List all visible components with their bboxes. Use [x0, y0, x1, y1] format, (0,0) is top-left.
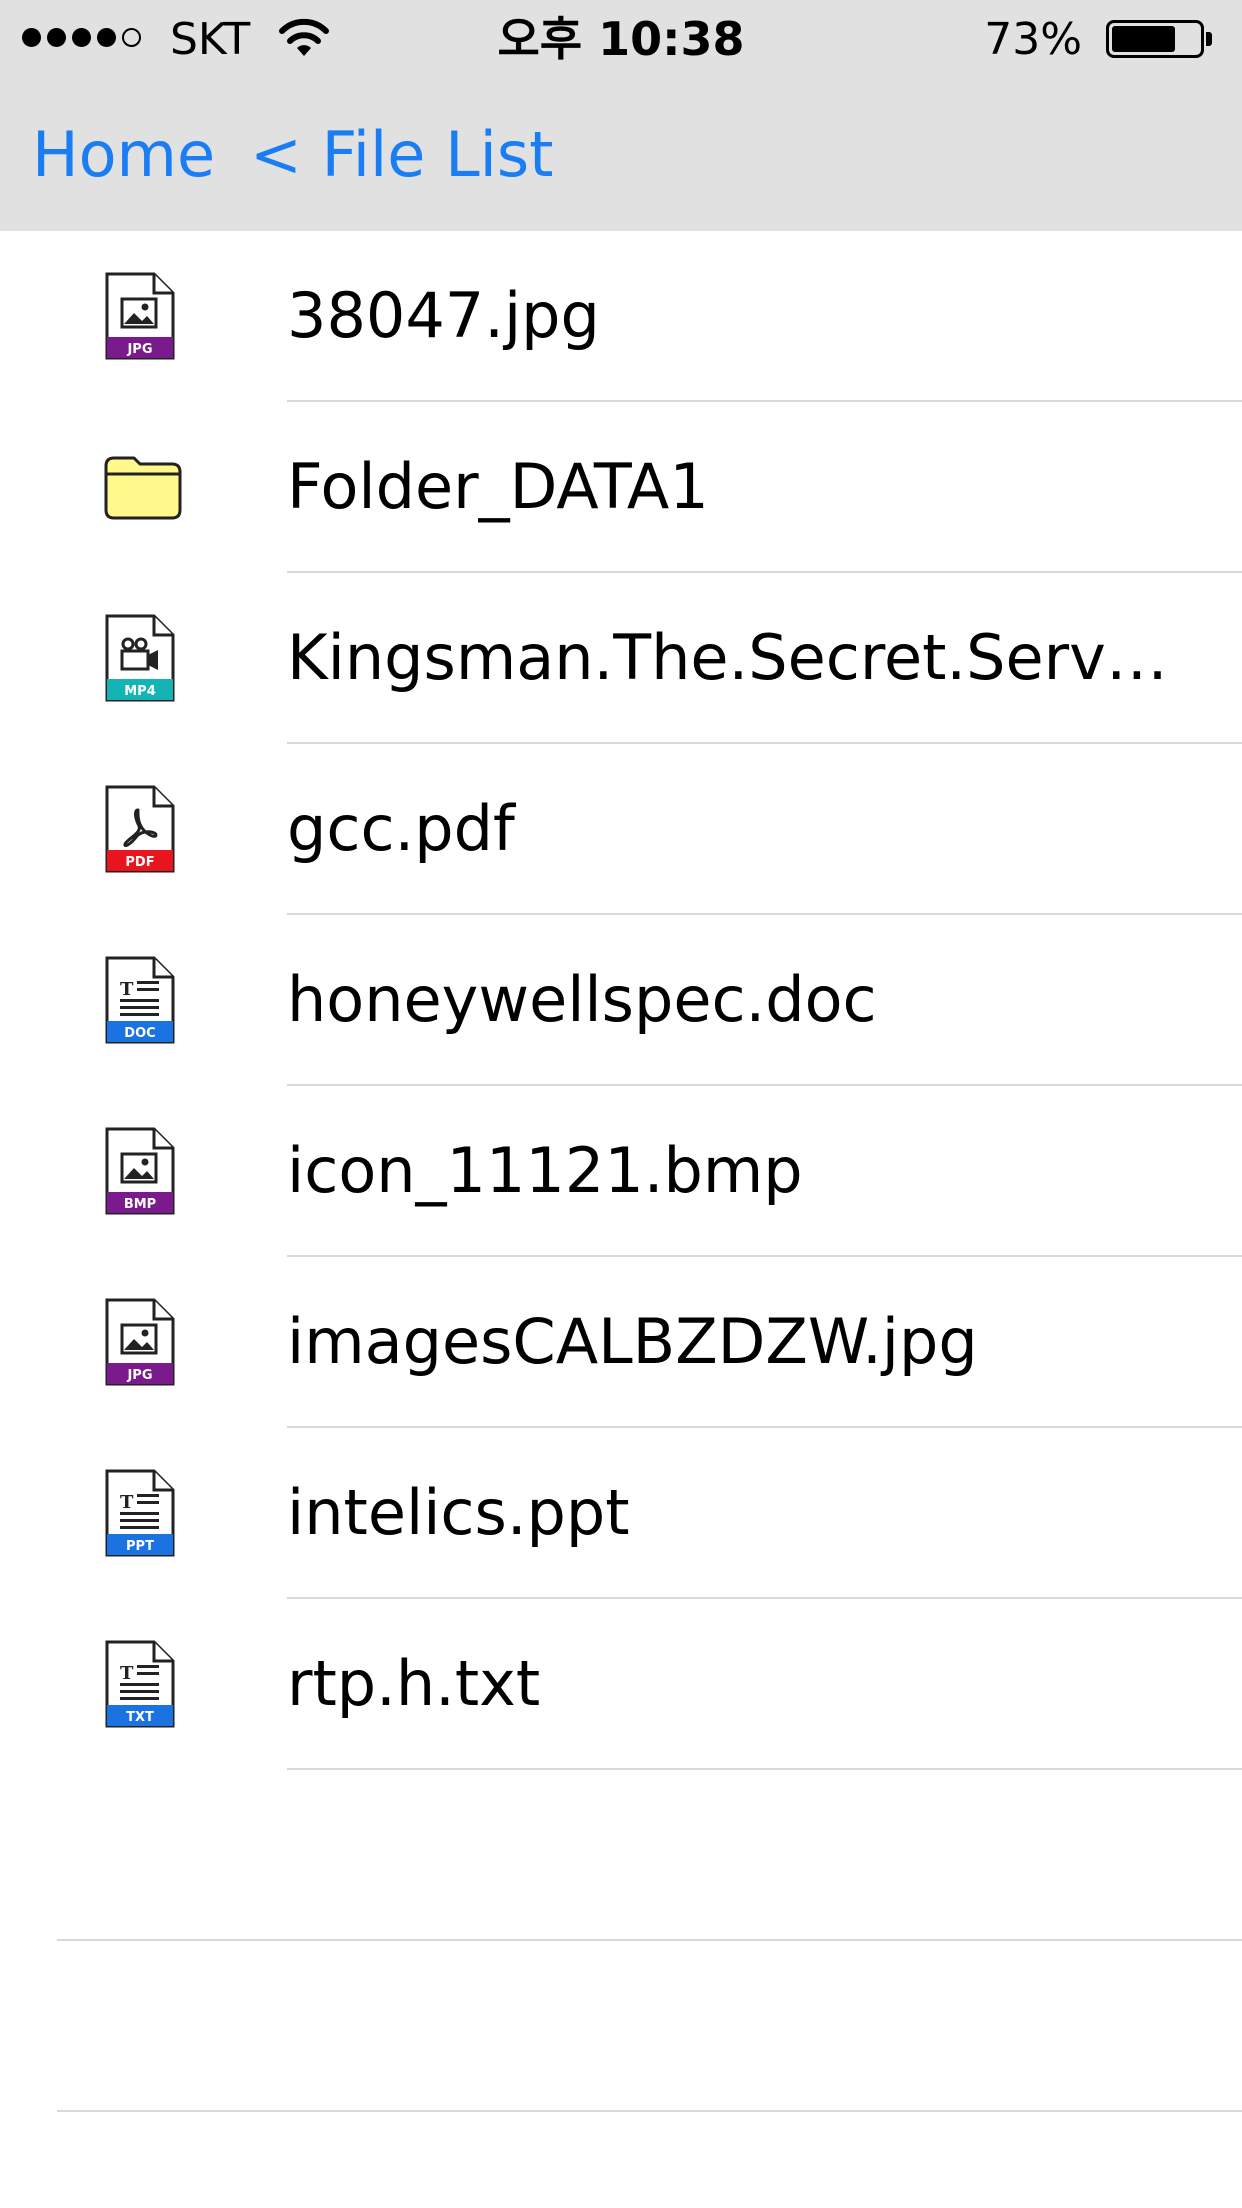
svg-text:T: T	[120, 1663, 134, 1684]
file-name-label: Kingsman.The.Secret.Servic...	[287, 621, 1172, 694]
svg-text:JPG: JPG	[126, 1368, 152, 1383]
file-list: JPG 38047.jpg Folder_DATA1 MP4 Kingsman.The.…	[0, 231, 1242, 2112]
mp4-file-icon: MP4	[104, 613, 176, 703]
file-name-label: rtp.h.txt	[287, 1647, 541, 1720]
svg-text:T: T	[120, 1492, 134, 1513]
file-list-item[interactable]: MP4 Kingsman.The.Secret.Servic...	[0, 573, 1242, 744]
file-name-label: imagesCALBZDZW.jpg	[287, 1305, 978, 1378]
svg-text:BMP: BMP	[124, 1197, 156, 1212]
battery-percentage: 73%	[984, 14, 1082, 65]
home-button[interactable]: Home	[32, 112, 215, 198]
svg-text:TXT: TXT	[126, 1710, 154, 1725]
file-name-label: honeywellspec.doc	[287, 963, 877, 1036]
row-divider	[57, 2110, 1242, 2112]
file-name-label: icon_11121.bmp	[287, 1134, 803, 1207]
file-list-item[interactable]: JPG imagesCALBZDZW.jpg	[0, 1257, 1242, 1428]
txt-file-icon: T TXT	[104, 1639, 176, 1729]
status-bar: SKT 오후 10:38 73%	[0, 0, 1242, 80]
file-name-label: gcc.pdf	[287, 792, 515, 865]
svg-text:PPT: PPT	[126, 1539, 154, 1554]
folder-icon	[100, 452, 186, 522]
battery-icon	[1106, 20, 1214, 58]
navigation-bar: Home < File List	[0, 80, 1242, 231]
svg-text:PDF: PDF	[125, 855, 154, 870]
file-name-label: intelics.ppt	[287, 1476, 630, 1549]
file-list-item[interactable]: BMP icon_11121.bmp	[0, 1086, 1242, 1257]
ppt-file-icon: T PPT	[104, 1468, 176, 1558]
file-name-label: Folder_DATA1	[287, 450, 709, 523]
file-list-item[interactable]: T PPT intelics.ppt	[0, 1428, 1242, 1599]
file-list-item[interactable]: T DOC honeywellspec.doc	[0, 915, 1242, 1086]
svg-text:JPG: JPG	[126, 342, 152, 357]
empty-table-row	[0, 1941, 1242, 2112]
jpg-file-icon: JPG	[104, 1297, 176, 1387]
file-list-item[interactable]: T TXT rtp.h.txt	[0, 1599, 1242, 1770]
empty-table-row	[0, 1770, 1242, 1941]
folder-list-item[interactable]: Folder_DATA1	[0, 402, 1242, 573]
pdf-file-icon: PDF	[104, 784, 176, 874]
file-list-item[interactable]: PDF gcc.pdf	[0, 744, 1242, 915]
file-list-item[interactable]: JPG 38047.jpg	[0, 231, 1242, 402]
svg-text:T: T	[120, 979, 134, 1000]
file-name-label: 38047.jpg	[287, 279, 600, 352]
jpg-file-icon: JPG	[104, 271, 176, 361]
svg-text:MP4: MP4	[124, 684, 156, 699]
svg-text:DOC: DOC	[124, 1026, 155, 1041]
doc-file-icon: T DOC	[104, 955, 176, 1045]
back-to-file-list-button[interactable]: < File List	[250, 112, 554, 198]
bmp-file-icon: BMP	[104, 1126, 176, 1216]
